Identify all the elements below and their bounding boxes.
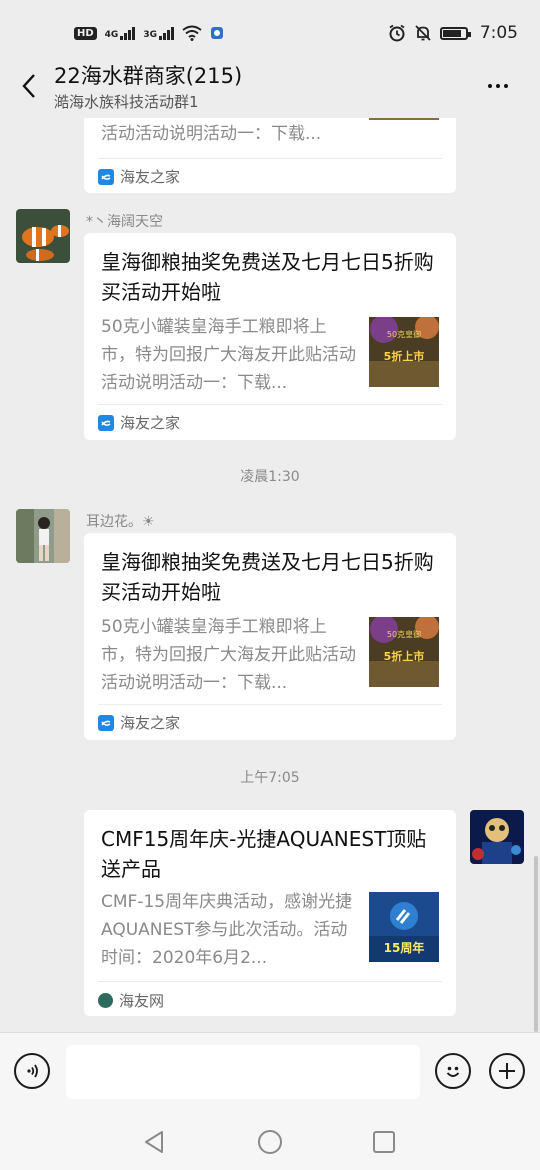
avatar[interactable] [16, 209, 70, 263]
link-card-description: CMF-15周年庆典活动，感谢光捷AQUANEST参与此次活动。活动时间：202… [101, 892, 353, 968]
avatar[interactable] [16, 509, 70, 563]
wifi-icon [182, 25, 202, 41]
link-card-title: CMF15周年庆-光捷AQUANEST顶贴送产品 [101, 827, 427, 881]
link-card-thumbnail: 50克皇御 5折上市 [369, 617, 439, 687]
notification-app-icon [210, 27, 223, 39]
svg-text:5折上市: 5折上市 [384, 349, 425, 363]
message-timestamp: 上午7:05 [240, 770, 300, 786]
card-divider [98, 704, 442, 705]
link-card-source: 海友之家 [98, 412, 180, 433]
signal-icon-2: 3G [143, 26, 174, 40]
back-button[interactable] [12, 68, 46, 104]
haiyou-net-icon [98, 993, 113, 1008]
link-card-source: 海友之家 [98, 166, 180, 187]
scrollbar[interactable] [534, 856, 538, 1032]
link-card-title: 皇海御粮抽奖免费送及七月七日5折购买活动开始啦 [101, 250, 434, 304]
message-timestamp: 凌晨1:30 [240, 469, 300, 485]
link-card-title: 皇海御粮抽奖免费送及七月七日5折购买活动开始啦 [101, 550, 434, 604]
battery-icon [439, 26, 471, 40]
sender-name: 耳边花。☀ [86, 514, 155, 530]
card-divider [98, 981, 442, 982]
alarm-icon [389, 24, 405, 42]
link-card[interactable]: 皇海御粮抽奖免费送及七月七日5折购买活动开始啦 50克小罐装皇海手工粮即将上市，… [84, 233, 456, 440]
chat-title[interactable]: 22海水群商家(215) [54, 60, 242, 90]
link-card-thumbnail [369, 118, 439, 120]
mute-icon [415, 25, 431, 41]
clock: 7:05 [479, 23, 518, 43]
avatar[interactable] [470, 810, 524, 864]
voice-button[interactable] [14, 1053, 50, 1089]
more-dot-icon [488, 84, 492, 88]
message-input[interactable] [66, 1045, 420, 1099]
link-card[interactable]: 活动活动说明活动一：下载... 海友之家 [84, 118, 456, 193]
chat-header: 22海水群商家(215) 澔海水族科技活动群1 [0, 56, 540, 118]
link-card-source: 海友网 [98, 990, 164, 1011]
link-card-source: 海友之家 [98, 712, 180, 733]
nav-recents-button[interactable] [364, 1122, 404, 1162]
square-recents-icon [373, 1131, 395, 1153]
link-card-source-name: 海友之家 [120, 414, 181, 432]
more-options-button[interactable] [478, 70, 518, 102]
link-card-source-name: 海友之家 [120, 168, 181, 186]
voice-icon [27, 1064, 38, 1078]
card-divider [98, 404, 442, 405]
input-bar [0, 1032, 540, 1112]
more-dot-icon [504, 84, 508, 88]
more-dot-icon [496, 84, 500, 88]
haiyou-home-icon [98, 714, 114, 731]
link-card-thumbnail: 50克皇御 5折上市 [369, 317, 439, 387]
card-divider [98, 158, 442, 159]
svg-text:50克皇御: 50克皇御 [387, 329, 421, 339]
chevron-left-icon [22, 74, 35, 98]
triangle-back-icon [145, 1131, 163, 1153]
status-right: 7:05 [388, 23, 518, 43]
svg-text:50克皇御: 50克皇御 [387, 629, 421, 639]
plus-icon [499, 1063, 515, 1079]
nav-home-button[interactable] [250, 1122, 290, 1162]
hd-badge: HD [74, 26, 97, 40]
link-card-description: 50克小罐装皇海手工粮即将上市，特为回报广大海友开此贴活动活动说明活动一：下载.… [101, 617, 356, 693]
nav-back-button[interactable] [134, 1122, 174, 1162]
link-card-source-name: 海友网 [119, 992, 165, 1010]
circle-home-icon [258, 1130, 282, 1154]
signal-icon: 4G [105, 26, 136, 40]
svg-text:15周年: 15周年 [384, 940, 425, 955]
svg-text:5折上市: 5折上市 [384, 649, 425, 663]
link-card-source-name: 海友之家 [120, 714, 181, 732]
sender-name: *丶海阔天空 [86, 214, 163, 230]
haiyou-home-icon [98, 168, 114, 185]
emoji-button[interactable] [435, 1053, 471, 1089]
link-card-description: 活动活动说明活动一：下载... [101, 124, 322, 144]
link-card-description: 50克小罐装皇海手工粮即将上市，特为回报广大海友开此贴活动活动说明活动一：下载.… [101, 317, 356, 393]
system-navigation-bar [0, 1112, 540, 1170]
haiyou-home-icon [98, 414, 114, 431]
link-card-thumbnail: 15周年 [369, 892, 439, 962]
link-card[interactable]: 皇海御粮抽奖免费送及七月七日5折购买活动开始啦 50克小罐装皇海手工粮即将上市，… [84, 533, 456, 740]
message-list[interactable]: 活动活动说明活动一：下载... 海友之家 *丶海阔天空 皇海御粮抽奖免费送及七月… [0, 118, 540, 1032]
more-functions-button[interactable] [489, 1053, 525, 1089]
status-left: HD 4G 3G [74, 25, 224, 41]
emoji-icon [446, 1066, 460, 1077]
chat-subtitle: 澔海水族科技活动群1 [54, 93, 199, 111]
link-card[interactable]: CMF15周年庆-光捷AQUANEST顶贴送产品 CMF-15周年庆典活动，感谢… [84, 810, 456, 1016]
